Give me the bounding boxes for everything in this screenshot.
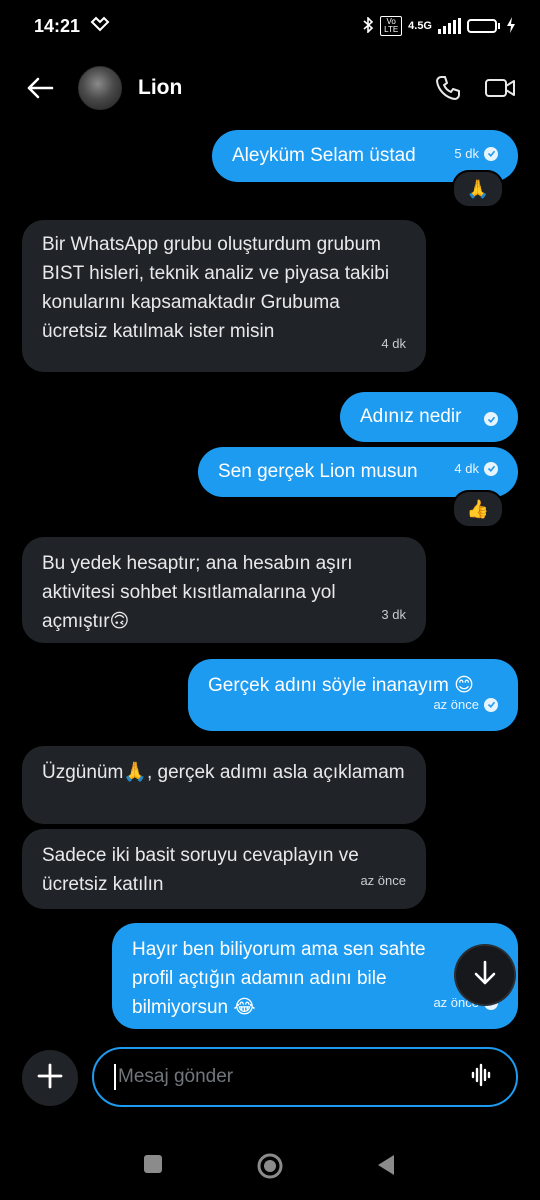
message-composer [92, 1047, 518, 1107]
message-text: Sadece iki basit soruyu cevaplayın ve üc… [42, 845, 359, 895]
message-text: Aleyküm Selam üstad [232, 145, 416, 166]
add-media-button[interactable] [22, 1050, 78, 1106]
network-label: 4.5G [408, 20, 432, 32]
bluetooth-icon [362, 15, 374, 36]
message-time: 5 dk [454, 146, 479, 161]
scroll-down-button[interactable] [456, 946, 514, 1004]
system-nav-bar [0, 1130, 540, 1200]
message-text: Bu yedek hesaptır; ana hesabın aşırı akt… [42, 553, 353, 632]
notification-icon [90, 16, 110, 37]
contact-name[interactable]: Lion [138, 76, 428, 100]
check-icon [484, 697, 498, 712]
chat-header: Lion [0, 60, 540, 116]
arrow-down-icon [472, 959, 498, 992]
message-text: Bir WhatsApp grubu oluşturdum grubum BIS… [42, 234, 390, 342]
volte-label: Vo LTE [380, 16, 403, 36]
battery-level: 60 [476, 20, 488, 31]
message-text: Hayır ben biliyorum ama sen sahte profil… [132, 939, 426, 1018]
message-time: 4 dk [454, 461, 479, 476]
check-icon [484, 461, 498, 476]
message-bubble-incoming[interactable]: Bir WhatsApp grubu oluşturdum grubum BIS… [22, 220, 426, 372]
message-time: az önce [433, 697, 479, 712]
voice-message-button[interactable] [462, 1057, 502, 1097]
check-icon [484, 412, 498, 426]
message-bubble-outgoing[interactable]: Adınız nedir [340, 392, 518, 442]
status-time: 14:21 [34, 15, 81, 36]
message-text: Sen gerçek Lion musun [218, 461, 418, 482]
recent-apps-button[interactable] [143, 1154, 163, 1179]
message-text: Adınız nedir [360, 406, 462, 427]
message-bubble-incoming[interactable]: Sadece iki basit soruyu cevaplayın ve üc… [22, 829, 426, 909]
message-bubble-incoming[interactable]: Bu yedek hesaptır; ana hesabın aşırı akt… [22, 537, 426, 643]
back-nav-button[interactable] [376, 1153, 396, 1182]
battery-icon: 60 [467, 19, 500, 33]
reaction-badge[interactable]: 👍 [452, 490, 504, 528]
voice-wave-icon [471, 1063, 493, 1092]
plus-icon [37, 1063, 63, 1094]
message-time: 3 dk [381, 607, 406, 622]
reaction-badge[interactable]: 🙏 [452, 170, 504, 208]
signal-icon [438, 18, 461, 34]
charging-icon [506, 16, 516, 36]
check-icon [484, 146, 498, 161]
message-text: Üzgünüm🙏, gerçek adımı asla açıklamam [42, 762, 405, 783]
phone-icon[interactable] [428, 68, 468, 108]
message-time: 4 dk [381, 336, 406, 351]
back-arrow-icon[interactable] [20, 68, 60, 108]
home-button[interactable] [256, 1152, 284, 1185]
message-bubble-incoming[interactable]: Üzgünüm🙏, gerçek adımı asla açıklamam [22, 746, 426, 824]
message-time: az önce [360, 873, 406, 888]
video-icon[interactable] [480, 68, 520, 108]
avatar[interactable] [78, 66, 122, 110]
message-input[interactable] [114, 1064, 462, 1090]
status-bar: 14:21 Vo LTE 4.5G 60 [0, 0, 540, 52]
message-bubble-outgoing[interactable]: Gerçek adını söyle inanayım 😊 az önce [188, 659, 518, 731]
